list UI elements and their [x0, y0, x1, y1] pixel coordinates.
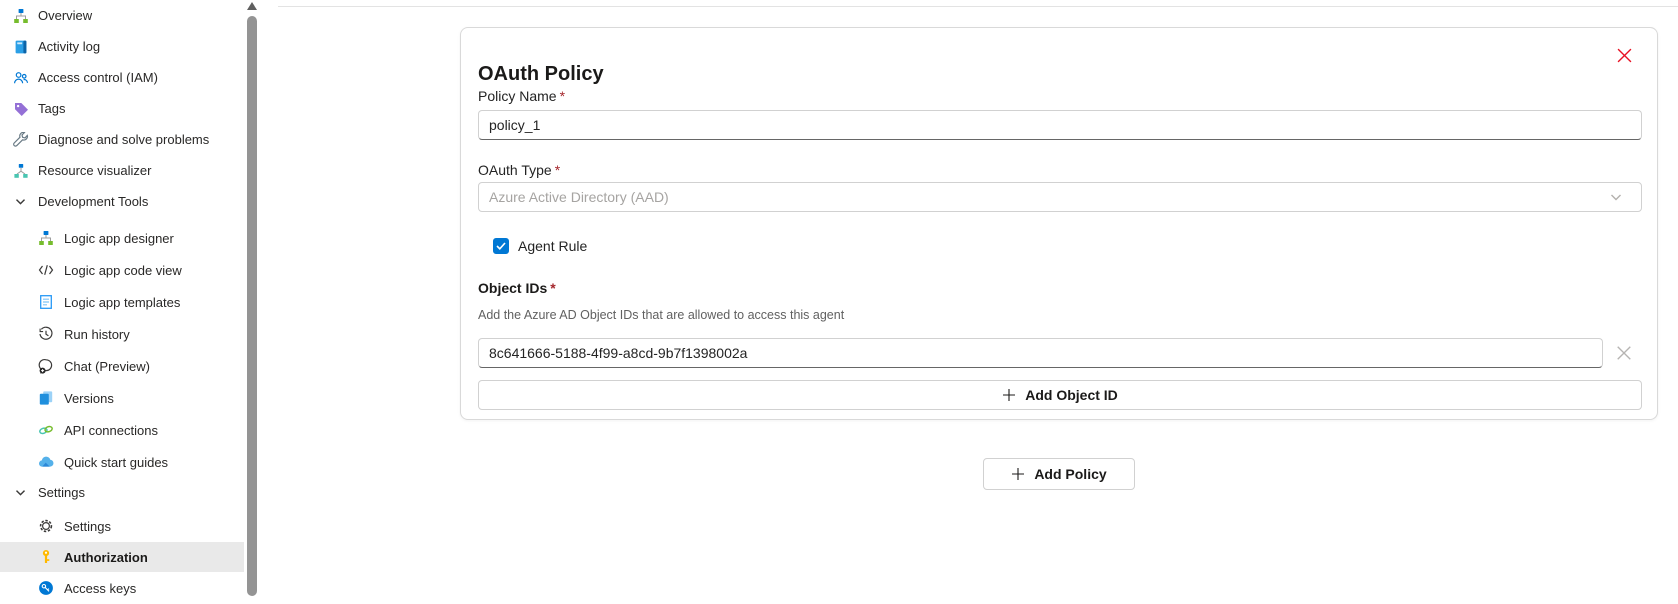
sidebar-item-label: Settings	[64, 518, 111, 534]
sidebar-item-settings[interactable]: Settings	[0, 510, 244, 542]
sidebar-item-resource-visualizer[interactable]: Resource visualizer	[0, 155, 244, 186]
policy-name-input[interactable]	[478, 110, 1642, 140]
sidebar-item-label: Logic app templates	[64, 294, 181, 310]
quick-start-icon	[38, 454, 54, 470]
oauth-type-label: OAuth Type *	[478, 162, 561, 178]
object-ids-label: Object IDs *	[478, 280, 556, 296]
required-asterisk: *	[550, 280, 556, 296]
object-id-input[interactable]	[478, 338, 1603, 368]
scrollbar-thumb[interactable]	[247, 16, 257, 596]
sidebar-item-run-history[interactable]: Run history	[0, 318, 244, 350]
sidebar-item-logic-app-designer[interactable]: Logic app designer	[0, 222, 244, 254]
sidebar-item-label: Diagnose and solve problems	[38, 132, 210, 147]
object-ids-description: Add the Azure AD Object IDs that are all…	[478, 308, 845, 322]
sidebar-item-diagnose-and-solve-problems[interactable]: Diagnose and solve problems	[0, 124, 244, 155]
agent-rule-checkbox[interactable]	[493, 238, 509, 254]
sidebar-item-overview[interactable]: Overview	[0, 0, 244, 31]
sidebar-item-tags[interactable]: Tags	[0, 93, 244, 124]
chevron-down-icon	[14, 195, 27, 208]
logic-app-designer-icon	[38, 230, 54, 246]
sidebar-item-label: Authorization	[64, 549, 148, 565]
sidebar-item-logic-app-templates[interactable]: Logic app templates	[0, 286, 244, 318]
sidebar-item-label: Development Tools	[38, 194, 149, 209]
sidebar-item-label: Quick start guides	[64, 454, 169, 470]
versions-icon	[38, 390, 54, 406]
sidebar-item-access-control-iam[interactable]: Access control (IAM)	[0, 62, 244, 93]
templates-icon	[38, 294, 54, 310]
sidebar-item-label: Access control (IAM)	[38, 70, 158, 85]
main-content: OAuth Policy Policy Name* OAuth Type* Az…	[260, 0, 1678, 591]
sidebar-item-label: Chat (Preview)	[64, 358, 150, 374]
authorization-key-icon	[38, 549, 54, 565]
sidebar-item-quick-start-guides[interactable]: Quick start guides	[0, 446, 244, 478]
code-view-icon	[38, 262, 54, 278]
sidebar-item-label: Tags	[38, 101, 66, 116]
sidebar-item-label: Settings	[38, 484, 85, 500]
diagnose-wrench-icon	[13, 131, 29, 148]
sidebar-scrollbar[interactable]	[244, 0, 260, 596]
chevron-down-icon	[14, 486, 27, 499]
dialog-title: OAuth Policy	[478, 62, 604, 85]
required-asterisk: *	[559, 88, 566, 104]
settings-gear-icon	[38, 518, 54, 534]
sidebar-item-label: Logic app code view	[64, 262, 182, 278]
close-icon[interactable]	[1617, 48, 1632, 63]
sidebar-item-access-keys[interactable]: Access keys	[0, 572, 244, 604]
tags-icon	[13, 101, 29, 117]
add-object-id-button[interactable]: Add Object ID	[478, 380, 1642, 410]
sidebar-item-chat-preview[interactable]: Chat (Preview)	[0, 350, 244, 382]
remove-object-id-icon[interactable]	[1616, 345, 1632, 361]
resource-visualizer-icon	[13, 163, 29, 179]
run-history-icon	[38, 326, 54, 342]
sidebar-item-label: Run history	[64, 326, 130, 342]
sidebar-item-authorization[interactable]: Authorization	[0, 542, 244, 572]
sidebar-item-development-tools[interactable]: Development Tools	[0, 186, 244, 217]
overview-icon	[13, 8, 29, 24]
api-connections-icon	[38, 422, 54, 438]
sidebar-item-versions[interactable]: Versions	[0, 382, 244, 414]
sidebar-item-api-connections[interactable]: API connections	[0, 414, 244, 446]
scroll-up-arrow-icon[interactable]	[247, 2, 257, 10]
policy-name-label: Policy Name *	[478, 88, 566, 104]
sidebar-item-activity-log[interactable]: Activity log	[0, 31, 244, 62]
sidebar-item-settings[interactable]: Settings	[0, 478, 244, 506]
sidebar-item-label: Logic app designer	[64, 230, 174, 246]
sidebar-item-label: Activity log	[38, 39, 101, 54]
sidebar-item-label: Versions	[64, 390, 114, 406]
sidebar-item-label: Overview	[38, 8, 93, 23]
sidebar-item-label: Access keys	[64, 580, 137, 596]
access-keys-icon	[38, 580, 54, 596]
top-divider	[278, 6, 1678, 7]
agent-rule-label: Agent Rule	[518, 238, 588, 254]
plus-icon	[1002, 388, 1016, 402]
chat-icon	[38, 358, 54, 374]
activity-log-icon	[13, 39, 29, 55]
oauth-type-dropdown[interactable]: Azure Active Directory (AAD)	[478, 182, 1642, 212]
chevron-down-icon	[1609, 190, 1623, 204]
required-asterisk: *	[554, 162, 561, 178]
oauth-policy-dialog: OAuth Policy Policy Name* OAuth Type* Az…	[460, 27, 1658, 420]
left-navigation-sidebar: Overview Activity log Access control (IAM)…	[0, 0, 244, 596]
oauth-type-placeholder: Azure Active Directory (AAD)	[489, 189, 669, 205]
access-control-icon	[13, 70, 29, 86]
agent-rule-checkbox-row[interactable]: Agent Rule	[493, 237, 587, 255]
sidebar-item-label: Resource visualizer	[38, 163, 152, 178]
plus-icon	[1011, 467, 1025, 481]
sidebar-item-label: API connections	[64, 422, 158, 438]
add-policy-button[interactable]: Add Policy	[983, 458, 1135, 490]
sidebar-item-logic-app-code-view[interactable]: Logic app code view	[0, 254, 244, 286]
